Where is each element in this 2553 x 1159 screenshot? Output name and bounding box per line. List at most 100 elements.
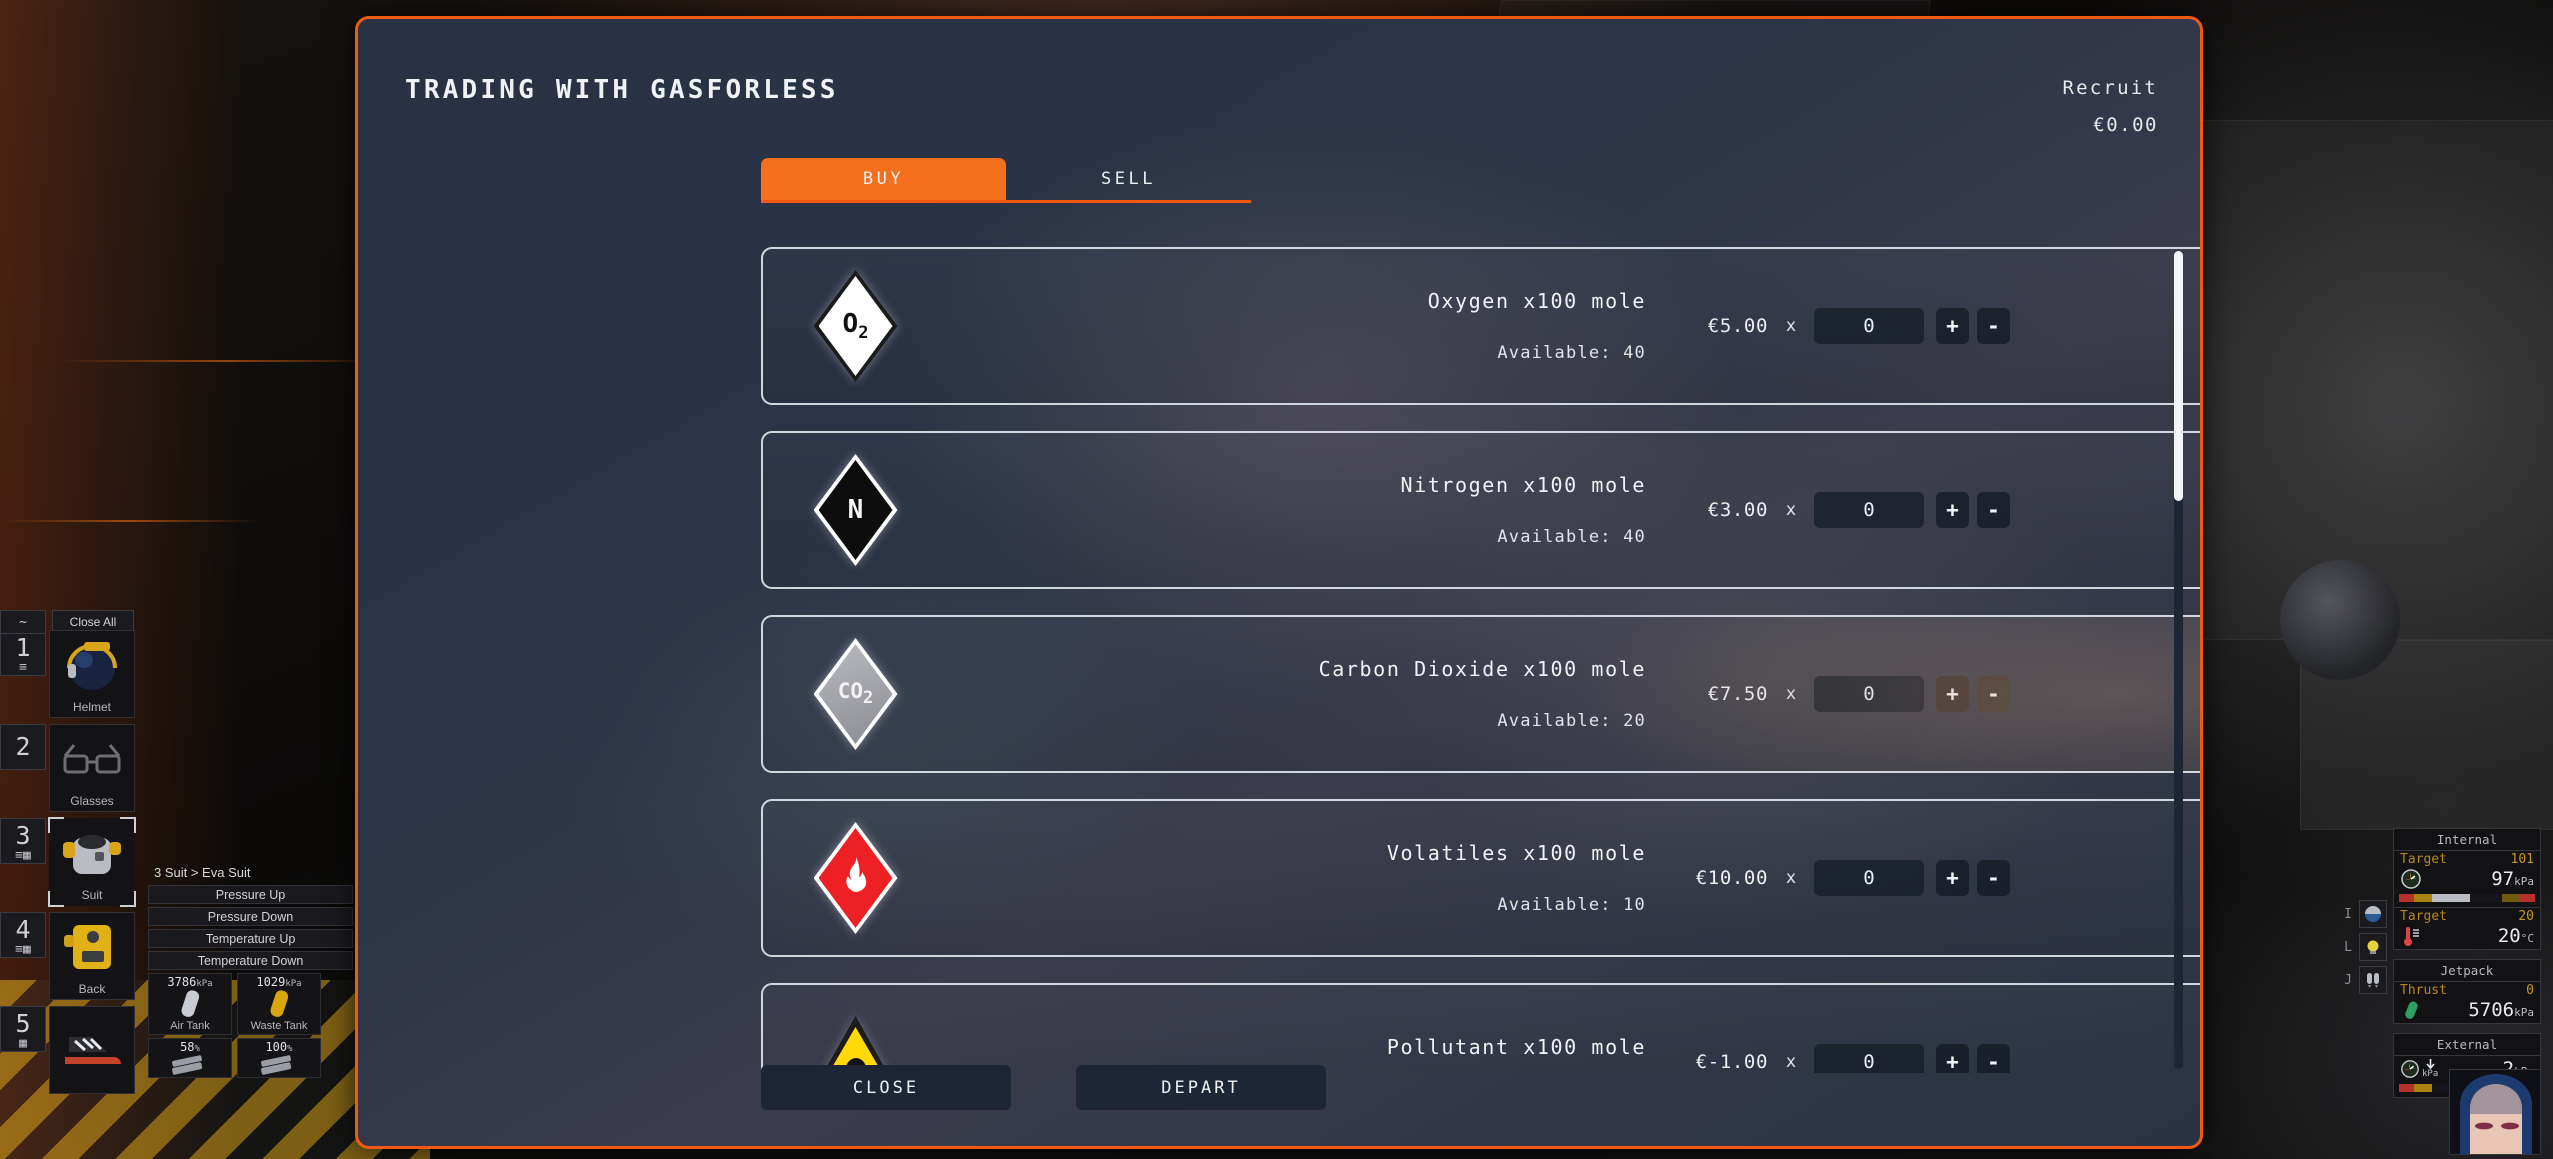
increment-button[interactable]: + (1936, 492, 1969, 528)
table-row[interactable]: CO2 Carbon Dioxide x100 mole Available: … (761, 615, 2200, 773)
filter-1-value: 58% (149, 1040, 231, 1054)
player-avatar-portrait (2449, 1069, 2541, 1155)
quantity-input[interactable]: 0 (1814, 676, 1924, 712)
filter-slot-1[interactable]: 58% (148, 1038, 232, 1078)
waste-tank-slot[interactable]: 1029kPa Waste Tank (237, 973, 321, 1035)
hotbar-slot-back[interactable]: 4 ≡▦ Back (0, 912, 135, 1000)
hotbar-label: Suit (81, 888, 103, 902)
times-symbol: x (1785, 1052, 1797, 1072)
pressure-up-button[interactable]: Pressure Up (148, 885, 353, 904)
temperature-up-button[interactable]: Temperature Up (148, 929, 353, 948)
jetpack-header: Jetpack (2394, 960, 2540, 982)
filter-1-unit: % (194, 1044, 200, 1054)
internal-pressure-unit: kPa (2514, 875, 2534, 888)
tab-buy[interactable]: BUY (761, 158, 1006, 200)
internal-pressure-reading: 97kPa (2394, 868, 2540, 892)
volatiles-flame-diamond-icon (813, 822, 898, 934)
table-row[interactable]: Volatiles x100 mole Available: 10 €10.00… (761, 799, 2200, 957)
table-row[interactable]: Pollutant x100 mole €-1.00 x 0 + - €0.00 (761, 983, 2200, 1073)
decrement-button[interactable]: - (1977, 860, 2010, 896)
item-available: Available: 20 (1497, 711, 1646, 731)
flame-icon (845, 856, 866, 892)
light-toggle-row[interactable]: L (2340, 933, 2387, 961)
item-names: Nitrogen x100 mole Available: 40 (948, 473, 1658, 547)
table-row[interactable]: N Nitrogen x100 mole Available: 40 €3.00… (761, 431, 2200, 589)
hotbar-key-5[interactable]: 5 ▦ (0, 1006, 46, 1052)
icon-glyph-sub: 2 (858, 323, 869, 344)
filter-slot-2[interactable]: 100% (237, 1038, 321, 1078)
hotbar-panel: ~ Close All 1 ≡ Helmet 2 Glasses 3 ≡▦ Su… (0, 610, 136, 1100)
pressure-bar (2399, 894, 2535, 902)
hotbar-cell-glasses[interactable]: Glasses (49, 724, 135, 812)
decrement-button[interactable]: - (1977, 308, 2010, 344)
recruit-balance: €0.00 (2093, 114, 2158, 136)
target-value: 20 (2518, 909, 2534, 924)
increment-button[interactable]: + (1936, 308, 1969, 344)
hotbar-cell-helmet[interactable]: Helmet (49, 630, 135, 718)
jetpack-toggle-icon[interactable] (2359, 966, 2387, 994)
shoes-icon (50, 1007, 134, 1090)
hotbar-slot-glasses[interactable]: 2 Glasses (0, 724, 135, 812)
icon-glyph-sub: 2 (863, 688, 874, 709)
internal-temp-target: Target 20 (2394, 908, 2540, 925)
light-toggle-icon[interactable] (2359, 933, 2387, 961)
pressure-down-button[interactable]: Pressure Down (148, 907, 353, 926)
dialog-footer: CLOSE DEPART (761, 1065, 1326, 1110)
times-symbol: x (1785, 868, 1797, 888)
hotbar-key-4[interactable]: 4 ≡▦ (0, 912, 46, 958)
scrollbar[interactable] (2174, 251, 2183, 1069)
tab-underline (761, 200, 1251, 203)
hotbar-key-2[interactable]: 2 (0, 724, 46, 770)
hotbar-cell-feet[interactable] (49, 1006, 135, 1094)
table-row[interactable]: O2 Oxygen x100 mole Available: 40 €5.00 … (761, 247, 2200, 405)
internal-status-box: Internal Target 101 97kPa Target 20 20°C (2393, 828, 2541, 950)
filter-2-value: 100% (238, 1040, 320, 1054)
hotbar-slot-feet[interactable]: 5 ▦ (0, 1006, 135, 1094)
pressure-gauge-icon (2401, 869, 2421, 889)
key-hint: I (2344, 906, 2352, 922)
internal-header: Internal (2394, 829, 2540, 851)
recruit-info: Recruit €0.00 (2063, 77, 2158, 136)
recruit-label: Recruit (2062, 77, 2158, 99)
target-label: Target (2400, 852, 2447, 867)
quantity-input[interactable]: 0 (1814, 492, 1924, 528)
air-tank-slot[interactable]: 3786kPa Air Tank (148, 973, 232, 1035)
key-hint: L (2344, 939, 2352, 955)
wall-dial (2280, 560, 2400, 680)
hotbar-slot-helmet[interactable]: 1 ≡ Helmet (0, 630, 135, 718)
increment-button[interactable]: + (1936, 676, 1969, 712)
helmet-toggle-icon[interactable] (2359, 900, 2387, 928)
item-names: Oxygen x100 mole Available: 40 (948, 289, 1658, 363)
waste-tank-label: Waste Tank (250, 1020, 308, 1032)
hotbar-label: Helmet (72, 700, 111, 714)
jetpack-toggle-row[interactable]: J (2340, 966, 2387, 994)
hotbar-key-1[interactable]: 1 ≡ (0, 630, 46, 676)
quantity-input[interactable]: 0 (1814, 860, 1924, 896)
helmet-toggle-row[interactable]: I (2340, 900, 2387, 928)
console-key-hint[interactable]: ~ (0, 610, 46, 634)
item-names: Volatiles x100 mole Available: 10 (948, 841, 1658, 915)
depart-button[interactable]: DEPART (1076, 1065, 1326, 1110)
jetpack-tank-unit: kPa (2514, 1006, 2534, 1019)
air-tank-label: Air Tank (170, 1020, 210, 1032)
scrollbar-thumb[interactable] (2174, 251, 2183, 501)
decrement-button[interactable]: - (1977, 492, 2010, 528)
hotbar-key-3[interactable]: 3 ≡▦ (0, 818, 46, 864)
temperature-down-button[interactable]: Temperature Down (148, 951, 353, 970)
hotbar-slot-suit[interactable]: 3 ≡▦ Suit (0, 817, 136, 907)
decrement-button[interactable]: - (1977, 1044, 2010, 1073)
hotbar-cell-back[interactable]: Back (49, 912, 135, 1000)
increment-button[interactable]: + (1936, 860, 1969, 896)
filter-2-number: 100 (265, 1040, 288, 1054)
hotbar-cell-suit[interactable]: Suit (48, 817, 136, 907)
quantity-input[interactable]: 0 (1814, 308, 1924, 344)
increment-button[interactable]: + (1936, 1044, 1969, 1073)
item-icon-wrap: O2 (763, 270, 948, 382)
hotbar-key-bars: ≡ (19, 659, 27, 675)
close-button[interactable]: CLOSE (761, 1065, 1011, 1110)
jetpack-status-box: Jetpack Thrust 0 5706kPa (2393, 959, 2541, 1024)
tab-sell[interactable]: SELL (1006, 158, 1251, 200)
jetpack-tank-value: 5706 (2468, 999, 2515, 1021)
quantity-input[interactable]: 0 (1814, 1044, 1924, 1073)
decrement-button[interactable]: - (1977, 676, 2010, 712)
